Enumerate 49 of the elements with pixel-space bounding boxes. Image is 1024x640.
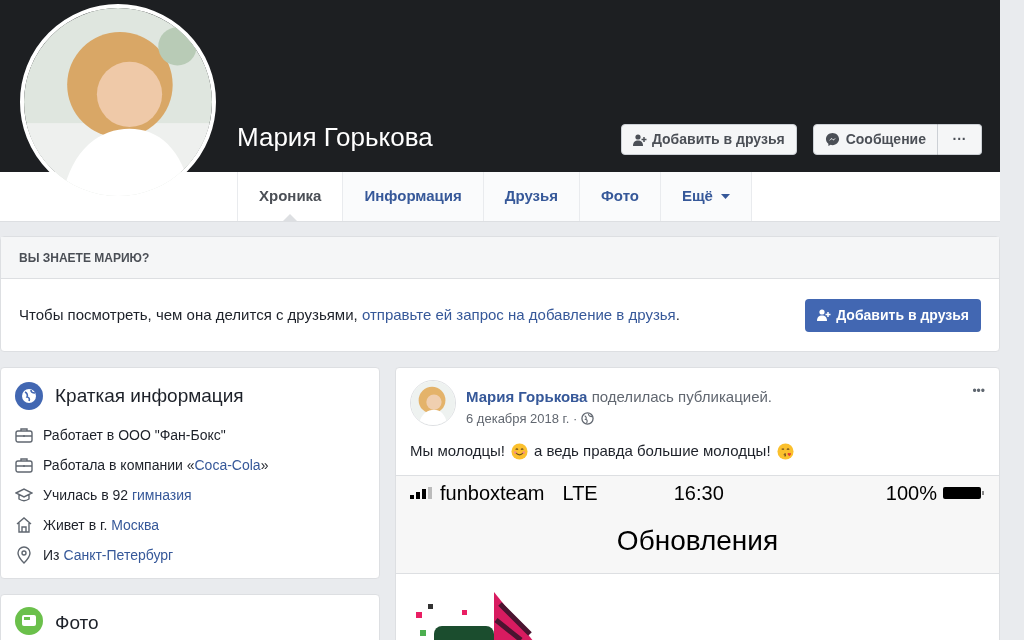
intro-title: Краткая информация [55,384,244,408]
status-time: 16:30 [673,480,724,506]
add-friend-button[interactable]: Добавить в друзья [620,124,797,155]
profile-name: Мария Горькова [237,121,433,154]
location-pin-icon [15,546,33,564]
profile-tab[interactable]: Ещё [659,172,752,221]
intro-item-text: Из Санкт-Петербург [43,545,174,565]
network-type: LTE [562,480,598,506]
add-friend-button[interactable]: Добавить в друзья [805,298,981,332]
smiling-face-icon [511,442,528,460]
friend-request-link[interactable]: отправьте ей запрос на добавление в друзья [361,305,676,323]
intro-item-text: Училась в 92 гимназия [43,485,192,505]
intro-item-text: Работала в компании «Coca-Cola» [43,455,269,475]
post-menu-button[interactable]: ••• [972,382,985,400]
intro-link[interactable]: Москва [111,516,159,533]
battery-percent: 100% [885,480,937,506]
post-text: а ведь правда большие молодцы! [534,441,771,461]
carrier-name: funboxteam [440,480,545,506]
intro-item-text: Работает в ООО "Фан-Бокс" [43,425,226,445]
house-icon [15,517,33,533]
post-text: Мы молодцы! [410,441,505,461]
briefcase-icon [15,457,33,473]
author-link[interactable]: Мария Горькова [466,388,588,405]
briefcase-icon [15,427,33,443]
prompt-text: Чтобы посмотреть, чем она делится с друзьями, отправьте ей запрос на добавление в друзья. [19,304,680,325]
graduation-cap-icon [15,487,33,503]
post-date: 6 декабря 2018 г. · [466,409,578,428]
signal-icon [410,486,434,499]
add-friend-icon [817,309,832,321]
screen-title: Обновления [616,524,779,558]
photos-title: Фото [55,610,99,635]
intro-link[interactable]: Санкт-Петербург [63,546,174,563]
kissing-face-icon [776,442,794,460]
globe-icon [15,382,43,411]
prompt-title: ВЫ ЗНАЕТЕ МАРИЮ? [19,249,150,267]
add-friend-icon [632,133,647,146]
message-button[interactable]: Сообщение [812,124,938,155]
profile-tab[interactable]: Фото [579,172,660,221]
photo-icon [15,606,43,635]
profile-tab[interactable]: Друзья [482,172,580,221]
messenger-icon [824,132,840,147]
battery-icon [943,485,985,500]
profile-tab[interactable]: Информация [342,172,483,221]
post-header-text: Мария Горькова поделилась публикацией. [466,387,773,407]
more-button[interactable]: ··· [938,124,982,155]
intro-item-text: Живет в г. Москва [43,515,159,535]
intro-link[interactable]: гимназия [131,486,192,503]
globe-icon [581,411,595,425]
intro-link[interactable]: Coca-Cola [194,456,261,473]
